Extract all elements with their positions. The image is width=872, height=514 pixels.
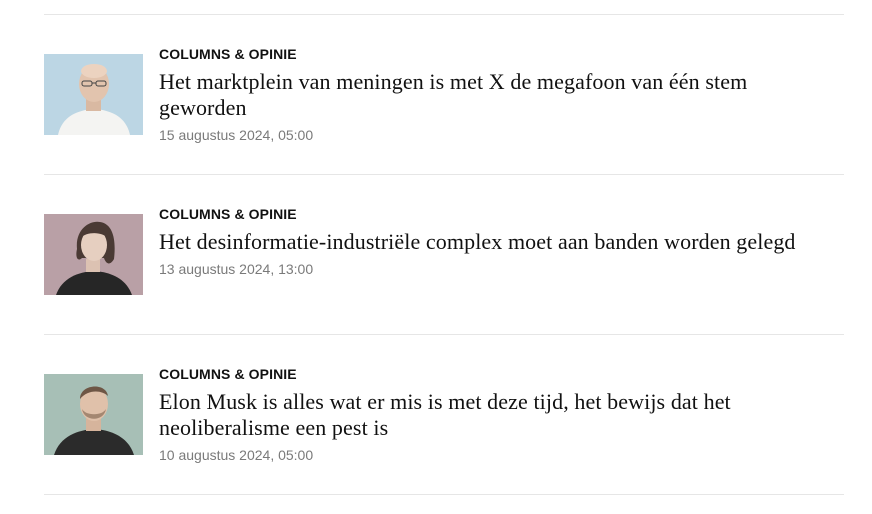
article-date: 13 augustus 2024, 13:00 (159, 261, 314, 277)
article-category[interactable]: COLUMNS & OPINIE (159, 206, 819, 222)
article-item[interactable]: COLUMNS & OPINIE Het marktplein van meni… (44, 15, 844, 175)
article-title[interactable]: Elon Musk is alles wat er mis is met dez… (159, 389, 819, 441)
author-photo[interactable] (44, 214, 143, 295)
author-photo[interactable] (44, 374, 143, 455)
article-category[interactable]: COLUMNS & OPINIE (159, 46, 819, 62)
article-divider (44, 494, 844, 495)
article-category[interactable]: COLUMNS & OPINIE (159, 366, 819, 382)
article-title[interactable]: Het desinformatie-industriële complex mo… (159, 229, 819, 255)
article-date: 15 augustus 2024, 05:00 (159, 127, 314, 143)
article-item[interactable]: COLUMNS & OPINIE Het desinformatie-indus… (44, 175, 844, 335)
article-item[interactable]: COLUMNS & OPINIE Elon Musk is alles wat … (44, 335, 844, 495)
article-date: 10 augustus 2024, 05:00 (159, 447, 314, 463)
author-photo[interactable] (44, 54, 143, 135)
article-title[interactable]: Het marktplein van meningen is met X de … (159, 69, 819, 121)
